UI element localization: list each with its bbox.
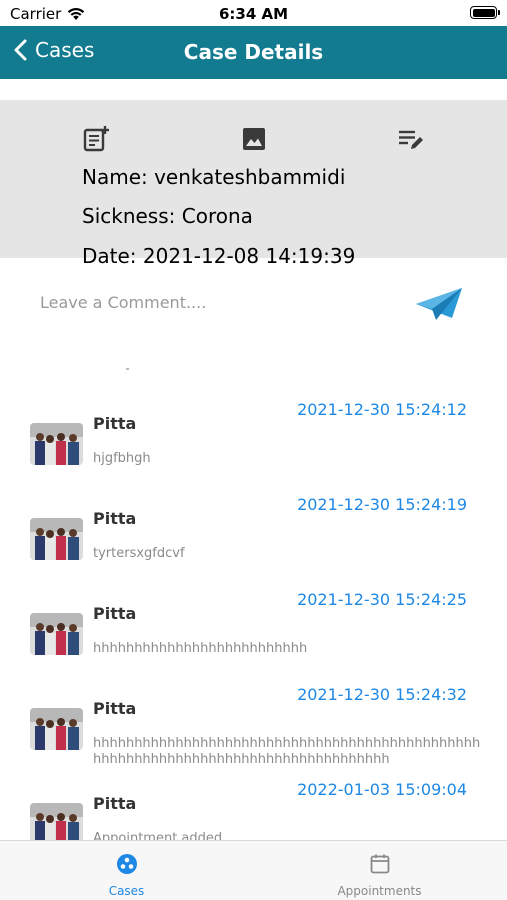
navigation-bar: Cases Case Details [0,26,507,79]
tab-appointments[interactable]: Appointments [253,841,506,900]
comment-author: Pitta [93,699,137,718]
comment-text: Appointment added [93,831,223,840]
tab-bar: Cases Appointments [0,840,507,900]
avatar [30,803,83,840]
comment-author: Pitta [93,794,137,813]
tab-cases[interactable]: Cases [0,841,253,900]
comment-text: hhhhhhhhhhhhhhhhhhhhhhhhhh [93,641,308,656]
comment-date: 2021-12-30 15:24:32 [297,685,467,704]
avatar [30,423,83,465]
comment-item: Pitta 2021-12-30 15:24:12 hjgfbhgh [0,390,507,485]
comment-item: Pitta 2021-12-30 15:24:25 hhhhhhhhhhhhhh… [0,580,507,675]
avatar [30,613,83,655]
comment-text: hjgfbhgh [93,451,151,466]
comment-item: Pitta 2021-12-30 15:24:19 tyrtersxgfdcvf [0,485,507,580]
comment-list[interactable]: Pitta 2021-12-30 15:24:12 hjgfbhgh Pitta… [0,390,507,840]
battery-icon [470,6,500,19]
calendar-icon [370,854,389,874]
tab-label: Appointments [337,884,422,898]
tab-label: Cases [108,884,145,898]
case-date: Date: 2021-12-08 14:19:39 [82,244,356,268]
avatar [30,708,83,750]
comment-date: 2022-01-03 15:09:04 [297,780,467,799]
comment-text: hhhhhhhhhhhhhhhhhhhhhhhhhhhhhhhhhhhhhhhh… [93,736,481,767]
comment-author: Pitta [93,604,137,623]
comment-composer [0,272,507,332]
comment-item: Pitta 2022-01-03 15:09:04 Appointment ad… [0,770,507,840]
chevron-left-icon [14,39,27,61]
image-icon[interactable] [240,125,268,153]
send-icon[interactable] [414,284,464,324]
cases-icon [116,854,137,874]
case-sickness: Sickness: Corona [82,204,253,228]
status-time: 6:34 AM [218,5,289,23]
comment-text: tyrtersxgfdcvf [93,546,185,561]
avatar [30,518,83,560]
comment-author: Pitta [93,414,137,433]
edit-list-icon[interactable] [397,125,425,153]
comment-date: 2021-12-30 15:24:25 [297,590,467,609]
case-info-panel: Name: venkateshbammidi Sickness: Corona … [0,100,507,268]
status-bar: Carrier 6:34 AM [0,0,507,26]
back-label: Cases [35,38,95,62]
comment-date: 2021-12-30 15:24:19 [297,495,467,514]
comment-item: Pitta 2021-12-30 15:24:32 hhhhhhhhhhhhhh… [0,675,507,770]
back-button[interactable]: Cases [14,38,94,62]
add-note-icon[interactable] [82,125,110,153]
comment-input[interactable] [40,288,380,316]
divider-mark [126,368,129,370]
comment-date: 2021-12-30 15:24:12 [297,400,467,419]
comment-author: Pitta [93,509,137,528]
case-name: Name: venkateshbammidi [82,165,346,189]
